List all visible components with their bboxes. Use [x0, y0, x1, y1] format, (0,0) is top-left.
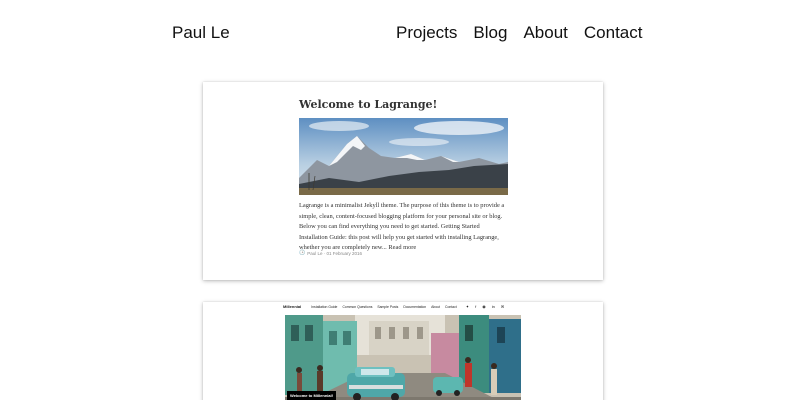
- post-card[interactable]: Welcome to Lagrange! Lagrange is a minim…: [203, 82, 603, 280]
- post-excerpt: Lagrange is a minimalist Jekyll theme. T…: [299, 201, 508, 254]
- preview-nav-item: About: [431, 304, 441, 309]
- preview-nav-item: Sample Posts: [377, 304, 399, 309]
- preview-nav-item: Documentation: [403, 304, 427, 309]
- preview-nav-item: Installation Guide: [311, 304, 338, 309]
- site-brand[interactable]: Paul Le: [172, 23, 230, 43]
- read-more-link[interactable]: Read more: [388, 244, 416, 251]
- main-nav: Projects Blog About Contact: [396, 23, 642, 43]
- preview-caption: Welcome to Millennial!: [287, 391, 337, 400]
- project-image-street[interactable]: [285, 315, 521, 400]
- mountain-illustration: [299, 118, 508, 195]
- post-title[interactable]: Welcome to Lagrange!: [299, 98, 437, 111]
- preview-site-header: Millennial Installation Guide Common Que…: [283, 302, 523, 311]
- street-illustration: [285, 315, 521, 400]
- preview-social-icons: ✦ f ◉ in ✉: [466, 304, 504, 309]
- preview-nav-item: Common Questions: [342, 304, 373, 309]
- twitter-icon: ✦: [465, 304, 470, 309]
- nav-contact[interactable]: Contact: [584, 23, 643, 43]
- post-image-mountains[interactable]: [299, 118, 508, 195]
- linkedin-icon: in: [491, 304, 495, 309]
- project-card[interactable]: Millennial Installation Guide Common Que…: [203, 302, 603, 400]
- preview-nav: Installation Guide Common Questions Samp…: [311, 305, 456, 309]
- email-icon: ✉: [500, 304, 505, 309]
- preview-nav-item: Contact: [445, 304, 457, 309]
- post-date: Paul Le · 01 February 2016: [307, 250, 363, 256]
- nav-blog[interactable]: Blog: [473, 23, 507, 43]
- site-header: Paul Le Projects Blog About Contact: [0, 0, 800, 70]
- clock-icon: 🕓: [299, 250, 306, 256]
- facebook-icon: f: [475, 304, 477, 309]
- nav-about[interactable]: About: [523, 23, 567, 43]
- preview-brand: Millennial: [283, 304, 302, 309]
- github-icon: ◉: [482, 304, 486, 309]
- post-meta: 🕓 Paul Le · 01 February 2016: [299, 250, 362, 256]
- nav-projects[interactable]: Projects: [396, 23, 457, 43]
